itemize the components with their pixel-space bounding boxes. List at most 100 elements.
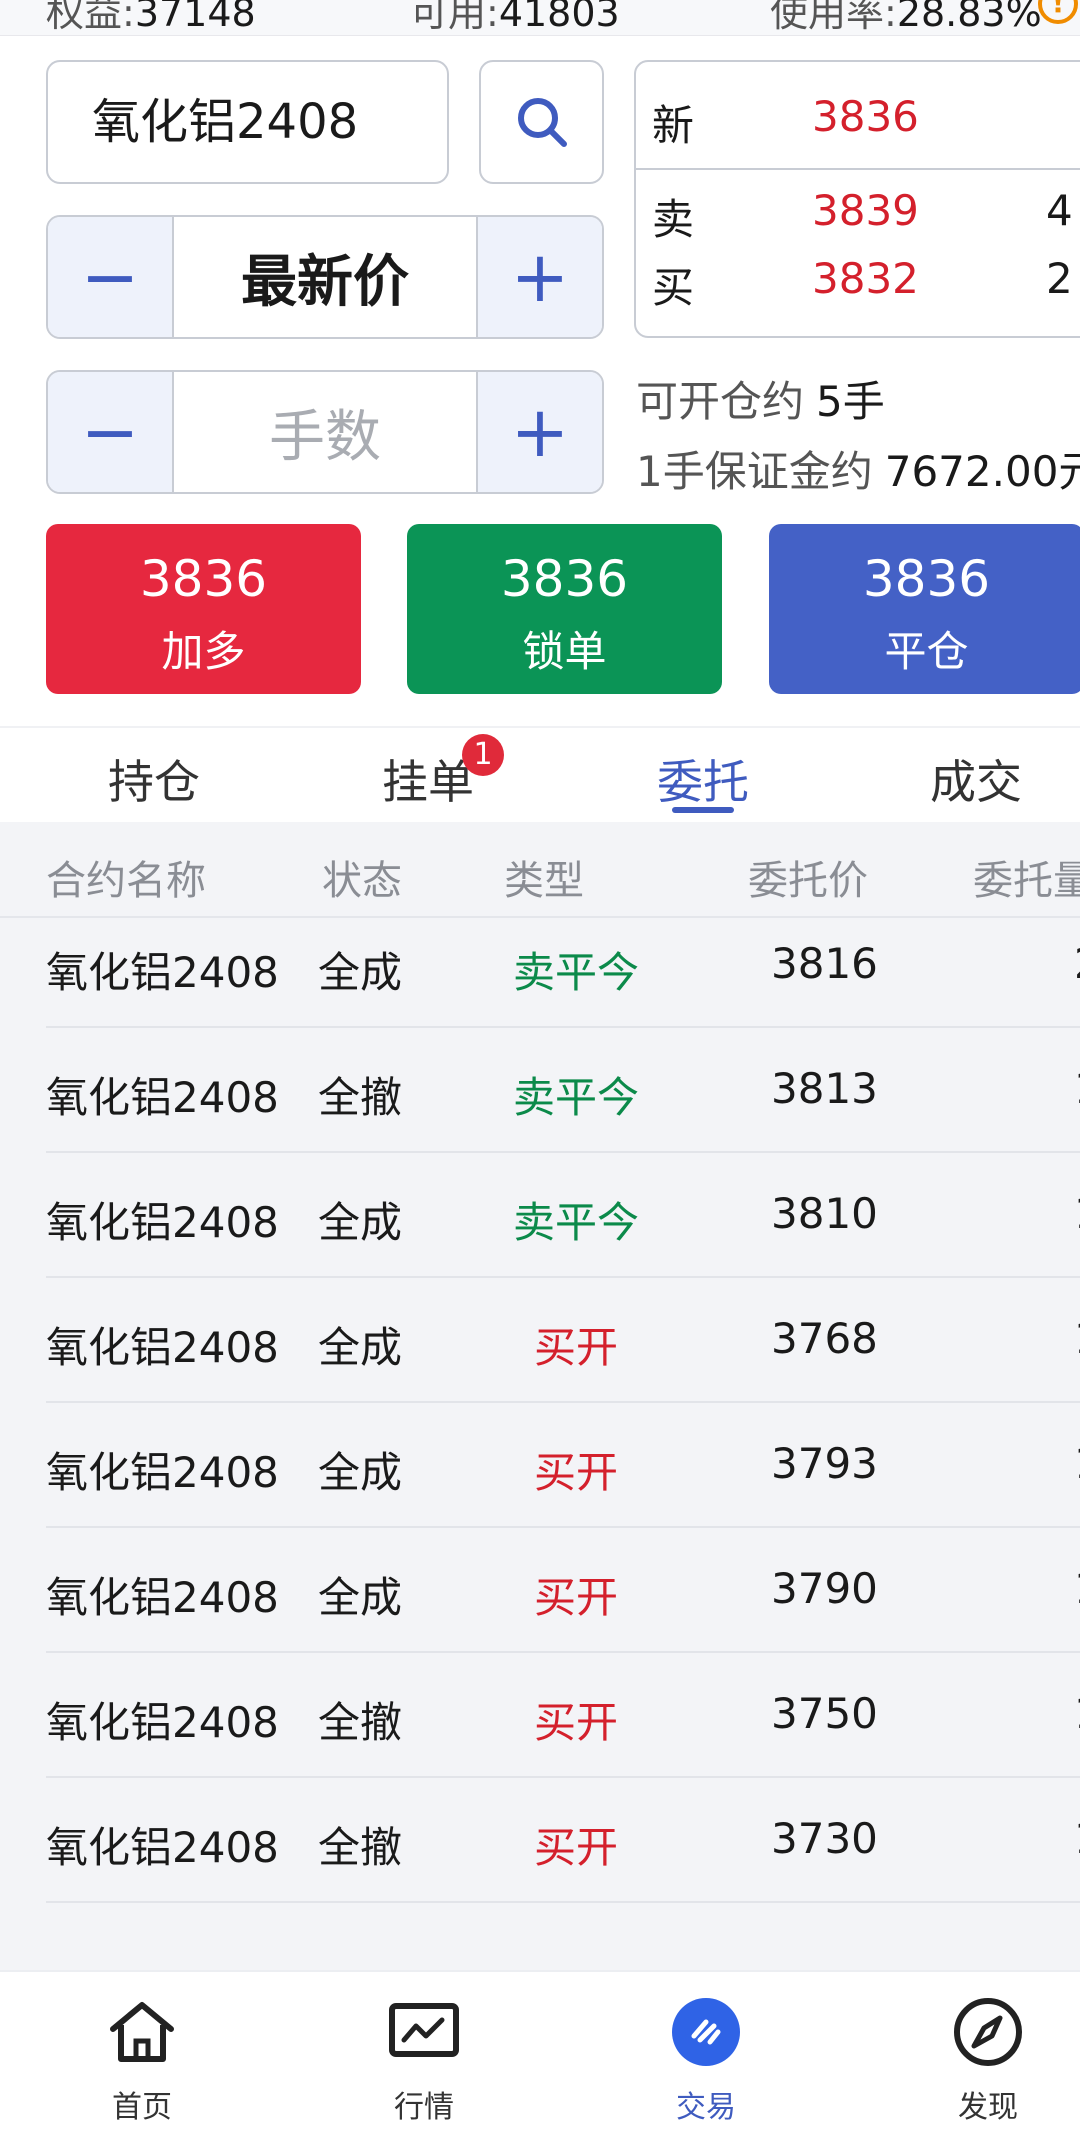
- close-position-price: 3836: [862, 550, 991, 608]
- pending-count-badge: 1: [462, 734, 504, 776]
- row-contract-name: 氧化铝2408: [46, 1448, 279, 1497]
- header-status: 状态: [322, 858, 402, 904]
- quantity-stepper: − 手数 +: [46, 370, 604, 494]
- tab-trades[interactable]: 成交: [930, 746, 1022, 812]
- account-summary-bar: 权益:37148 可用:41803 使用率:28.83% !: [0, 0, 1080, 36]
- openable-info: 可开仓约 5手: [636, 377, 885, 426]
- row-contract-name: 氧化铝2408: [46, 1698, 279, 1747]
- price-stepper: − 最新价 +: [46, 215, 604, 339]
- usage-text: 使用率:28.83%: [770, 0, 1042, 35]
- row-status: 全撤: [318, 1073, 403, 1122]
- qty-decrease-button[interactable]: −: [48, 372, 172, 492]
- price-decrease-button[interactable]: −: [48, 217, 172, 337]
- quote-divider: [636, 168, 1080, 170]
- active-tab-indicator: [672, 807, 734, 813]
- add-long-label: 加多: [161, 627, 246, 676]
- row-status: 全成: [318, 948, 403, 997]
- nav-discover-label: 发现: [958, 2090, 1018, 2125]
- row-qty: 1: [1074, 1439, 1080, 1488]
- info-icon[interactable]: !: [1038, 0, 1078, 24]
- search-button[interactable]: [479, 60, 604, 184]
- quote-panel: 新 3836 卖 3839 4 买 3832 2: [634, 60, 1080, 338]
- row-type: 卖平今: [512, 948, 639, 997]
- nav-trade-label: 交易: [676, 2090, 736, 2125]
- nav-market-label: 行情: [394, 2090, 454, 2125]
- contract-input[interactable]: 氧化铝2408: [46, 60, 449, 184]
- row-status: 全成: [318, 1573, 403, 1622]
- table-row[interactable]: 氧化铝2408 全成 买开 3768 1: [46, 1278, 1080, 1403]
- row-type: 买开: [533, 1448, 618, 1497]
- header-price: 委托价: [748, 858, 868, 904]
- bid-qty: 2: [1046, 254, 1073, 303]
- close-position-label: 平仓: [884, 627, 969, 676]
- last-price-label: 新: [652, 101, 695, 150]
- close-position-button[interactable]: 3836 平仓: [769, 524, 1080, 694]
- orders-table[interactable]: 合约名称 状态 类型 委托价 委托量 氧化铝2408全撤买开38451氧化铝24…: [0, 822, 1080, 1970]
- table-header: 合约名称 状态 类型 委托价 委托量: [0, 822, 1080, 918]
- row-status: 全撤: [318, 1698, 403, 1747]
- row-type: 买开: [533, 1823, 618, 1872]
- row-type: 买开: [533, 1573, 618, 1622]
- row-status: 全成: [318, 1198, 403, 1247]
- table-row[interactable]: 氧化铝2408 全成 卖平今 3810 1: [46, 1153, 1080, 1278]
- price-increase-button[interactable]: +: [478, 217, 602, 337]
- lock-order-label: 锁单: [522, 627, 607, 676]
- row-contract-name: 氧化铝2408: [46, 1573, 279, 1622]
- row-price: 3810: [771, 1189, 878, 1238]
- row-price: 3750: [771, 1689, 878, 1738]
- table-row[interactable]: 氧化铝2408 全撤 买开 3730 1: [46, 1778, 1080, 1903]
- search-icon: [517, 98, 567, 147]
- tab-pending[interactable]: 挂单: [382, 746, 474, 812]
- row-type: 卖平今: [512, 1198, 639, 1247]
- tab-positions[interactable]: 持仓: [108, 746, 200, 812]
- table-row[interactable]: 氧化铝2408 全成 买开 3793 1: [46, 1403, 1080, 1528]
- row-qty: 1: [1074, 1189, 1080, 1238]
- row-status: 全成: [318, 1448, 403, 1497]
- row-contract-name: 氧化铝2408: [46, 1073, 279, 1122]
- price-mode-field[interactable]: 最新价: [172, 217, 478, 337]
- nav-trade[interactable]: 交易: [636, 1996, 776, 2126]
- add-long-button[interactable]: 3836 加多: [46, 524, 361, 694]
- row-qty: 1: [1074, 1814, 1080, 1863]
- trade-icon: [670, 1996, 742, 2068]
- table-row[interactable]: 氧化铝2408 全撤 卖平今 3813 1: [46, 1028, 1080, 1153]
- row-qty: 2: [1074, 939, 1080, 988]
- qty-increase-button[interactable]: +: [478, 372, 602, 492]
- row-qty: 1: [1074, 1064, 1080, 1113]
- ask-price[interactable]: 3839: [812, 186, 919, 235]
- bid-price[interactable]: 3832: [812, 254, 919, 303]
- row-type: 卖平今: [512, 1073, 639, 1122]
- available-text: 可用:41803: [410, 0, 620, 35]
- lock-order-price: 3836: [500, 550, 629, 608]
- ask-label: 卖: [652, 195, 695, 244]
- row-status: 全成: [318, 1323, 403, 1372]
- row-contract-name: 氧化铝2408: [46, 1823, 279, 1872]
- nav-home[interactable]: 首页: [72, 1996, 212, 2126]
- order-tabs: 持仓 挂单 1 委托 成交: [0, 726, 1080, 822]
- row-price: 3768: [771, 1314, 878, 1363]
- header-qty: 委托量: [973, 858, 1080, 904]
- home-icon: [106, 1996, 178, 2068]
- nav-market[interactable]: 行情: [354, 1996, 494, 2126]
- chart-icon: [388, 1996, 460, 2068]
- nav-discover[interactable]: 发现: [918, 1996, 1058, 2126]
- row-qty: 1: [1074, 1564, 1080, 1613]
- bottom-navigation: 首页 行情 交易 发现: [0, 1970, 1080, 2142]
- row-qty: 1: [1074, 1314, 1080, 1363]
- table-row[interactable]: 氧化铝2408 全成 买开 3790 1: [46, 1528, 1080, 1653]
- header-contract: 合约名称: [46, 858, 206, 904]
- row-contract-name: 氧化铝2408: [46, 1198, 279, 1247]
- row-status: 全撤: [318, 1823, 403, 1872]
- row-price: 3813: [771, 1064, 878, 1113]
- compass-icon: [952, 1996, 1024, 2068]
- row-qty: 1: [1074, 1689, 1080, 1738]
- tab-orders[interactable]: 委托: [657, 746, 749, 812]
- row-price: 3790: [771, 1564, 878, 1613]
- row-type: 买开: [533, 1698, 618, 1747]
- table-row[interactable]: 氧化铝2408 全撤 买开 3750 1: [46, 1653, 1080, 1778]
- header-type: 类型: [504, 858, 584, 904]
- quantity-input[interactable]: 手数: [172, 372, 478, 492]
- row-price: 3816: [771, 939, 878, 988]
- table-row[interactable]: 氧化铝2408 全成 卖平今 3816 2: [46, 903, 1080, 1028]
- lock-order-button[interactable]: 3836 锁单: [407, 524, 722, 694]
